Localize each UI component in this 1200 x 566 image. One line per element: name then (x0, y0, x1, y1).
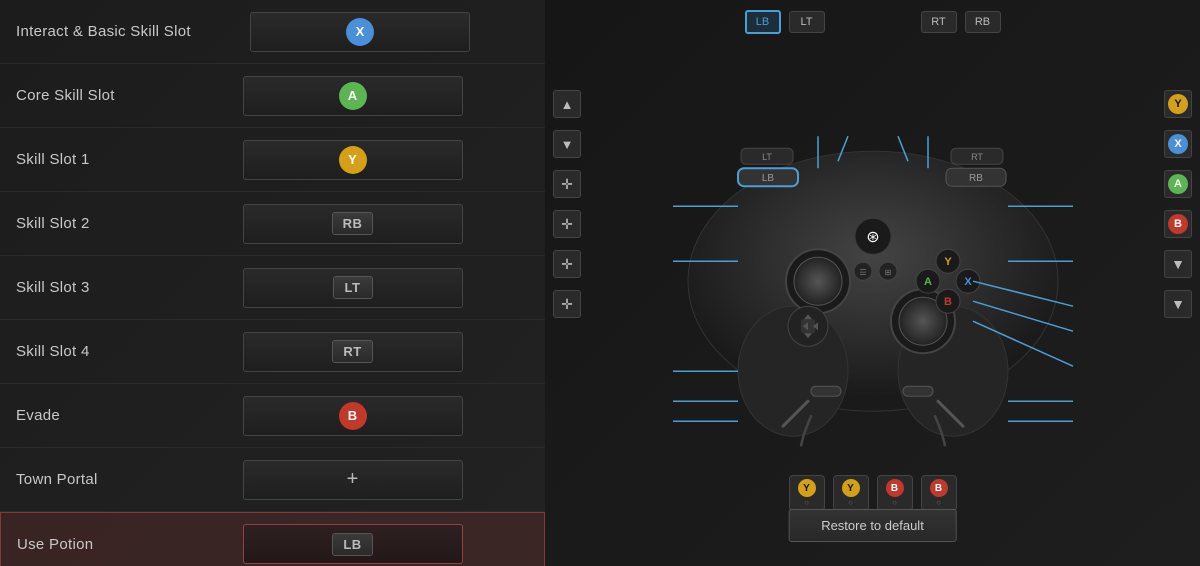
bottom-labels-row: Y ○ Y ○ B ○ B ○ (789, 475, 957, 511)
right-y-label[interactable]: Y (1164, 90, 1192, 118)
bottom-y2[interactable]: Y ○ (833, 475, 869, 511)
svg-text:LT: LT (762, 152, 772, 162)
binding-button-box-town-portal[interactable]: + (243, 460, 463, 500)
binding-button-wrap-town-portal: + (176, 460, 529, 500)
binding-button-box-interact-basic[interactable]: X (250, 12, 470, 52)
binding-row-evade[interactable]: Evade B (0, 384, 545, 448)
binding-label-core-skill: Core Skill Slot (16, 87, 176, 104)
right-label-6[interactable]: ▼ (1164, 290, 1192, 318)
svg-text:X: X (964, 276, 972, 288)
controller-area: LB RB LT RT Y (545, 0, 1200, 566)
lt-top-label[interactable]: LT (789, 11, 825, 33)
button-icon-use-potion: LB (332, 533, 372, 556)
binding-label-use-potion: Use Potion (17, 536, 177, 553)
svg-text:B: B (944, 296, 952, 308)
binding-button-wrap-use-potion: LB (177, 524, 528, 564)
button-icon-town-portal: + (347, 468, 359, 491)
binding-label-town-portal: Town Portal (16, 471, 176, 488)
binding-button-wrap-skill-slot-2: RB (176, 204, 529, 244)
bindings-panel: Interact & Basic Skill Slot X Core Skill S… (0, 0, 545, 566)
left-label-5[interactable]: ✛ (553, 250, 581, 278)
binding-button-wrap-core-skill: A (176, 76, 529, 116)
binding-row-skill-slot-2[interactable]: Skill Slot 2 RB (0, 192, 545, 256)
binding-button-box-evade[interactable]: B (243, 396, 463, 436)
rb-top-label[interactable]: RB (965, 11, 1001, 33)
binding-row-interact-basic[interactable]: Interact & Basic Skill Slot X (0, 0, 545, 64)
button-icon-interact-basic: X (346, 18, 374, 46)
button-icon-skill-slot-1: Y (339, 146, 367, 174)
binding-button-box-skill-slot-2[interactable]: RB (243, 204, 463, 244)
button-icon-skill-slot-3: LT (333, 276, 373, 299)
binding-button-box-skill-slot-4[interactable]: RT (243, 332, 463, 372)
binding-label-interact-basic: Interact & Basic Skill Slot (16, 23, 191, 40)
right-label-5[interactable]: ▼ (1164, 250, 1192, 278)
right-x-label[interactable]: X (1164, 130, 1192, 158)
right-b-label[interactable]: B (1164, 210, 1192, 238)
left-side-labels: ▲ ▼ ✛ ✛ ✛ ✛ (553, 90, 581, 318)
controller-panel: LB RB LT RT Y (545, 0, 1200, 566)
binding-button-box-skill-slot-3[interactable]: LT (243, 268, 463, 308)
button-icon-skill-slot-4: RT (332, 340, 372, 363)
right-a-label[interactable]: A (1164, 170, 1192, 198)
svg-text:RT: RT (971, 152, 983, 162)
binding-row-skill-slot-3[interactable]: Skill Slot 3 LT (0, 256, 545, 320)
binding-button-wrap-evade: B (176, 396, 529, 436)
restore-default-button[interactable]: Restore to default (788, 509, 957, 542)
binding-row-skill-slot-4[interactable]: Skill Slot 4 RT (0, 320, 545, 384)
bottom-b1[interactable]: B ○ (877, 475, 913, 511)
rt-top-label[interactable]: RT (921, 11, 957, 33)
left-label-6[interactable]: ✛ (553, 290, 581, 318)
left-label-3[interactable]: ✛ (553, 170, 581, 198)
svg-text:☰: ☰ (859, 268, 866, 277)
binding-row-use-potion[interactable]: Use Potion LB (0, 512, 545, 566)
bottom-y1[interactable]: Y ○ (789, 475, 825, 511)
controller-illustration: LB RB LT RT Y (663, 106, 1083, 446)
binding-button-wrap-skill-slot-4: RT (176, 332, 529, 372)
binding-row-town-portal[interactable]: Town Portal + (0, 448, 545, 512)
left-label-1[interactable]: ▲ (553, 90, 581, 118)
binding-label-evade: Evade (16, 407, 176, 424)
binding-button-wrap-skill-slot-1: Y (176, 140, 529, 180)
lb-top-label[interactable]: LB (745, 10, 781, 34)
binding-button-box-skill-slot-1[interactable]: Y (243, 140, 463, 180)
svg-text:Y: Y (944, 256, 952, 268)
binding-button-box-use-potion[interactable]: LB (243, 524, 463, 564)
binding-button-box-core-skill[interactable]: A (243, 76, 463, 116)
left-label-2[interactable]: ▼ (553, 130, 581, 158)
binding-label-skill-slot-1: Skill Slot 1 (16, 151, 176, 168)
button-icon-skill-slot-2: RB (332, 212, 374, 235)
button-icon-core-skill: A (339, 82, 367, 110)
button-icon-evade: B (339, 402, 367, 430)
svg-text:⊛: ⊛ (866, 229, 879, 246)
svg-text:LB: LB (761, 173, 774, 184)
binding-row-skill-slot-1[interactable]: Skill Slot 1 Y (0, 128, 545, 192)
binding-row-core-skill[interactable]: Core Skill Slot A (0, 64, 545, 128)
svg-text:A: A (924, 276, 932, 288)
binding-label-skill-slot-2: Skill Slot 2 (16, 215, 176, 232)
binding-button-wrap-interact-basic: X (191, 12, 529, 52)
svg-text:RB: RB (969, 173, 983, 184)
right-side-labels: Y X A B ▼ ▼ (1164, 90, 1192, 318)
top-labels-row: LB LT RT RB (745, 10, 1001, 34)
svg-text:⊞: ⊞ (884, 268, 891, 277)
binding-label-skill-slot-3: Skill Slot 3 (16, 279, 176, 296)
binding-label-skill-slot-4: Skill Slot 4 (16, 343, 176, 360)
bottom-b2[interactable]: B ○ (921, 475, 957, 511)
left-label-4[interactable]: ✛ (553, 210, 581, 238)
binding-button-wrap-skill-slot-3: LT (176, 268, 529, 308)
